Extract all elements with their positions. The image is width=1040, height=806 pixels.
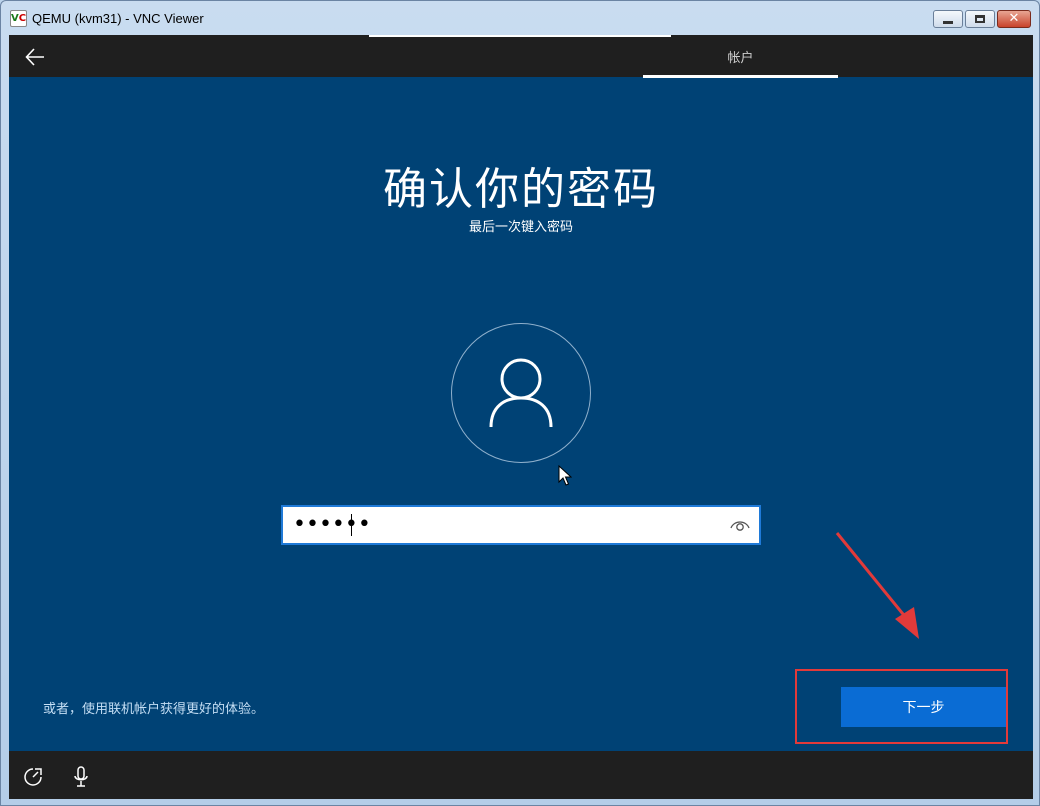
password-input[interactable]: •••••• xyxy=(281,505,761,545)
minimize-button[interactable] xyxy=(933,10,963,28)
vnc-viewer-window: VC QEMU (kvm31) - VNC Viewer ✕ 帐户 确认你的密码… xyxy=(0,0,1040,806)
microphone-icon[interactable] xyxy=(73,766,89,788)
annotation-arrow-icon xyxy=(835,532,919,639)
text-caret xyxy=(351,514,352,536)
back-arrow-icon xyxy=(25,48,44,66)
title-bar[interactable]: VC QEMU (kvm31) - VNC Viewer ✕ xyxy=(1,1,1039,35)
window-title: QEMU (kvm31) - VNC Viewer xyxy=(32,11,204,26)
page-subtitle: 最后一次键入密码 xyxy=(468,220,573,235)
vnc-app-icon: VC xyxy=(10,10,27,27)
password-value: •••••• xyxy=(293,512,371,537)
next-button[interactable]: 下一步 xyxy=(841,687,1006,727)
tab-account[interactable]: 帐户 xyxy=(643,35,838,77)
back-button[interactable] xyxy=(21,43,49,71)
app-icon-letter-v: V xyxy=(11,13,19,24)
app-icon-letter-c: C xyxy=(18,13,27,24)
maximize-icon xyxy=(975,15,985,23)
close-button[interactable]: ✕ xyxy=(997,10,1031,28)
tab-active-indicator xyxy=(643,75,838,78)
avatar xyxy=(451,323,591,463)
progress-indicator xyxy=(369,35,671,37)
oobe-footer xyxy=(9,751,1033,799)
minimize-icon xyxy=(943,20,953,24)
ease-of-access-icon[interactable] xyxy=(23,767,43,787)
user-icon xyxy=(489,358,553,428)
maximize-button[interactable] xyxy=(965,10,995,28)
eye-icon[interactable] xyxy=(729,515,751,535)
close-icon: ✕ xyxy=(1008,11,1020,26)
oobe-header: 帐户 xyxy=(9,35,1033,78)
page-title: 确认你的密码 xyxy=(383,164,659,215)
online-account-link[interactable]: 或者，使用联机帐户获得更好的体验。 xyxy=(43,698,264,717)
vnc-screen[interactable]: 帐户 确认你的密码 最后一次键入密码 •••••• 或者，使用联机帐户获得更好的… xyxy=(9,35,1033,799)
mouse-cursor-icon xyxy=(558,465,572,486)
